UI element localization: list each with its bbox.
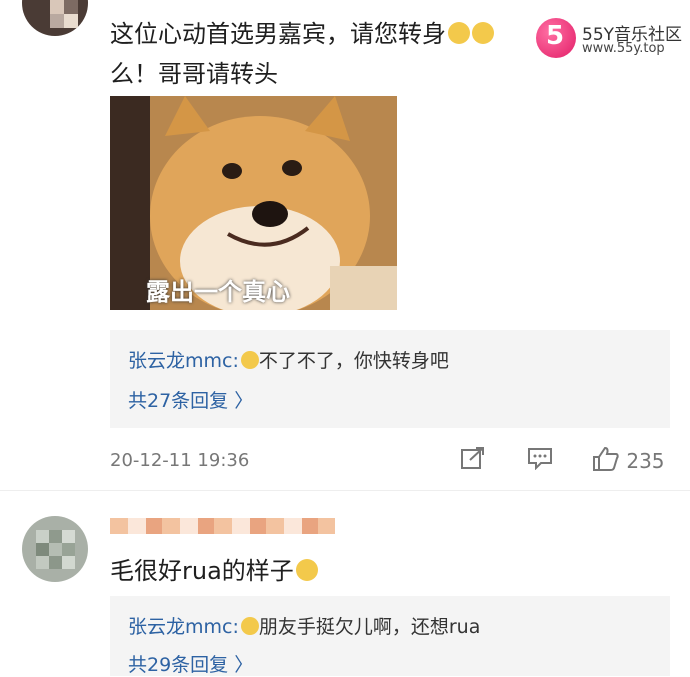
logo-digit: 5 <box>546 21 565 51</box>
comment-button[interactable] <box>527 446 553 475</box>
comment-divider <box>0 490 690 491</box>
comment-body: 毛很好rua的样子 <box>110 557 294 585</box>
smile-emoji-icon <box>240 351 259 369</box>
logo-url: www.55y.top <box>582 41 665 56</box>
image-caption: 露出一个真心 <box>146 278 290 306</box>
like-button[interactable]: 235 <box>592 446 665 473</box>
surprised-emoji-icon <box>295 559 318 581</box>
comment-text: 毛很好rua的样子 <box>110 551 318 586</box>
shiba-meme-image[interactable]: 露出一个真心 <box>110 96 397 310</box>
reply-preview[interactable]: 张云龙mmc: 朋友手挺欠儿啊，还想rua 共29条回复 〉 <box>110 596 670 676</box>
post-text-line-1: 这位心动首选男嘉宾，请您转身 <box>110 14 494 49</box>
reply-count-link[interactable]: 共29条回复 〉 <box>128 650 253 677</box>
reply-line: 张云龙mmc: 朋友手挺欠儿啊，还想rua <box>128 612 480 639</box>
smile-emoji-icon <box>240 617 259 635</box>
cat-emoji-icon <box>448 22 470 44</box>
thumbs-up-icon <box>593 446 619 471</box>
reply-text: 朋友手挺欠儿啊，还想rua <box>258 616 481 638</box>
post-text-line-2: 么！哥哥请转头 <box>110 60 278 88</box>
reply-username[interactable]: 张云龙mmc: <box>128 350 239 372</box>
reply-username[interactable]: 张云龙mmc: <box>128 616 239 638</box>
like-count: 235 <box>626 449 665 473</box>
cat-emoji-icon <box>472 22 494 44</box>
avatar[interactable] <box>22 0 88 36</box>
reply-line: 张云龙mmc: 不了不了，你快转身吧 <box>128 346 449 373</box>
reply-preview[interactable]: 张云龙mmc: 不了不了，你快转身吧 共27条回复 〉 <box>110 330 670 428</box>
comment-icon <box>528 448 552 471</box>
reply-count-link[interactable]: 共27条回复 〉 <box>128 386 253 413</box>
blurred-username[interactable] <box>110 518 335 534</box>
reply-text: 不了不了，你快转身吧 <box>258 350 449 372</box>
share-icon <box>461 447 484 469</box>
share-button[interactable] <box>460 446 486 475</box>
site-watermark: 5 55Y音乐社区 www.55y.top <box>536 18 686 62</box>
avatar[interactable] <box>22 516 88 582</box>
timestamp: 20-12-11 19:36 <box>110 450 250 471</box>
post-text: 这位心动首选男嘉宾，请您转身 <box>110 20 446 48</box>
